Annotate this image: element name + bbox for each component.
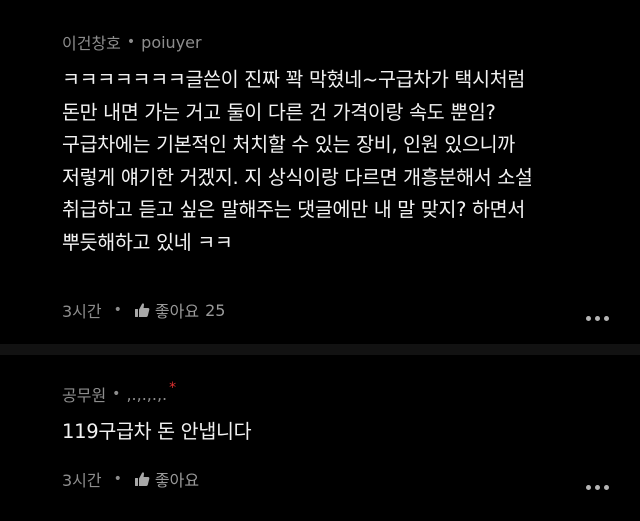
more-options-button[interactable]: [586, 316, 609, 321]
comment-header: 이건창호 • poiuyer: [62, 30, 202, 54]
thumbs-up-icon: [134, 472, 150, 486]
like-button[interactable]: 좋아요: [134, 467, 199, 491]
author-mark: *: [169, 380, 177, 396]
comment-header: 공무원 • ,.,.,.,. *: [62, 380, 177, 406]
thumbs-up-icon: [134, 303, 150, 317]
meta-separator: •: [126, 34, 136, 50]
author-handle: ,.,.,.,.: [126, 384, 168, 404]
comment-item: 공무원 • ,.,.,.,. * 119구급차 돈 안냅니다 3시간 • 좋아요: [0, 355, 640, 521]
action-separator: •: [113, 302, 122, 318]
comment-actions: 3시간 • 좋아요: [62, 467, 199, 491]
comment-actions: 3시간 • 좋아요 25: [62, 298, 225, 322]
comment-item: 이건창호 • poiuyer ㅋㅋㅋㅋㅋㅋㅋ글쓴이 진짜 꽉 막혔네~구급차가 …: [0, 0, 640, 345]
comment-time: 3시간: [62, 302, 102, 321]
author-name[interactable]: 이건창호: [62, 30, 121, 54]
more-dot: [595, 485, 600, 490]
more-dot: [604, 316, 609, 321]
like-label: 좋아요: [154, 302, 200, 321]
author-handle: poiuyer: [141, 32, 202, 52]
more-dot: [604, 485, 609, 490]
like-count: 25: [205, 300, 226, 320]
meta-separator: •: [112, 386, 121, 402]
comment-text: 119구급차 돈 안냅니다: [62, 420, 252, 443]
more-dot: [586, 485, 591, 490]
like-button[interactable]: 좋아요 25: [134, 298, 226, 322]
more-dot: [586, 316, 591, 321]
author-name[interactable]: 공무원: [62, 382, 106, 406]
more-dot: [595, 316, 600, 321]
comment-divider: [0, 344, 640, 355]
comment-text: ㅋㅋㅋㅋㅋㅋㅋ글쓴이 진짜 꽉 막혔네~구급차가 택시처럼 돈만 내면 가는 거…: [62, 68, 533, 254]
comment-time: 3시간: [62, 471, 102, 490]
like-label: 좋아요: [154, 471, 200, 490]
more-options-button[interactable]: [586, 485, 609, 490]
action-separator: •: [113, 471, 122, 487]
